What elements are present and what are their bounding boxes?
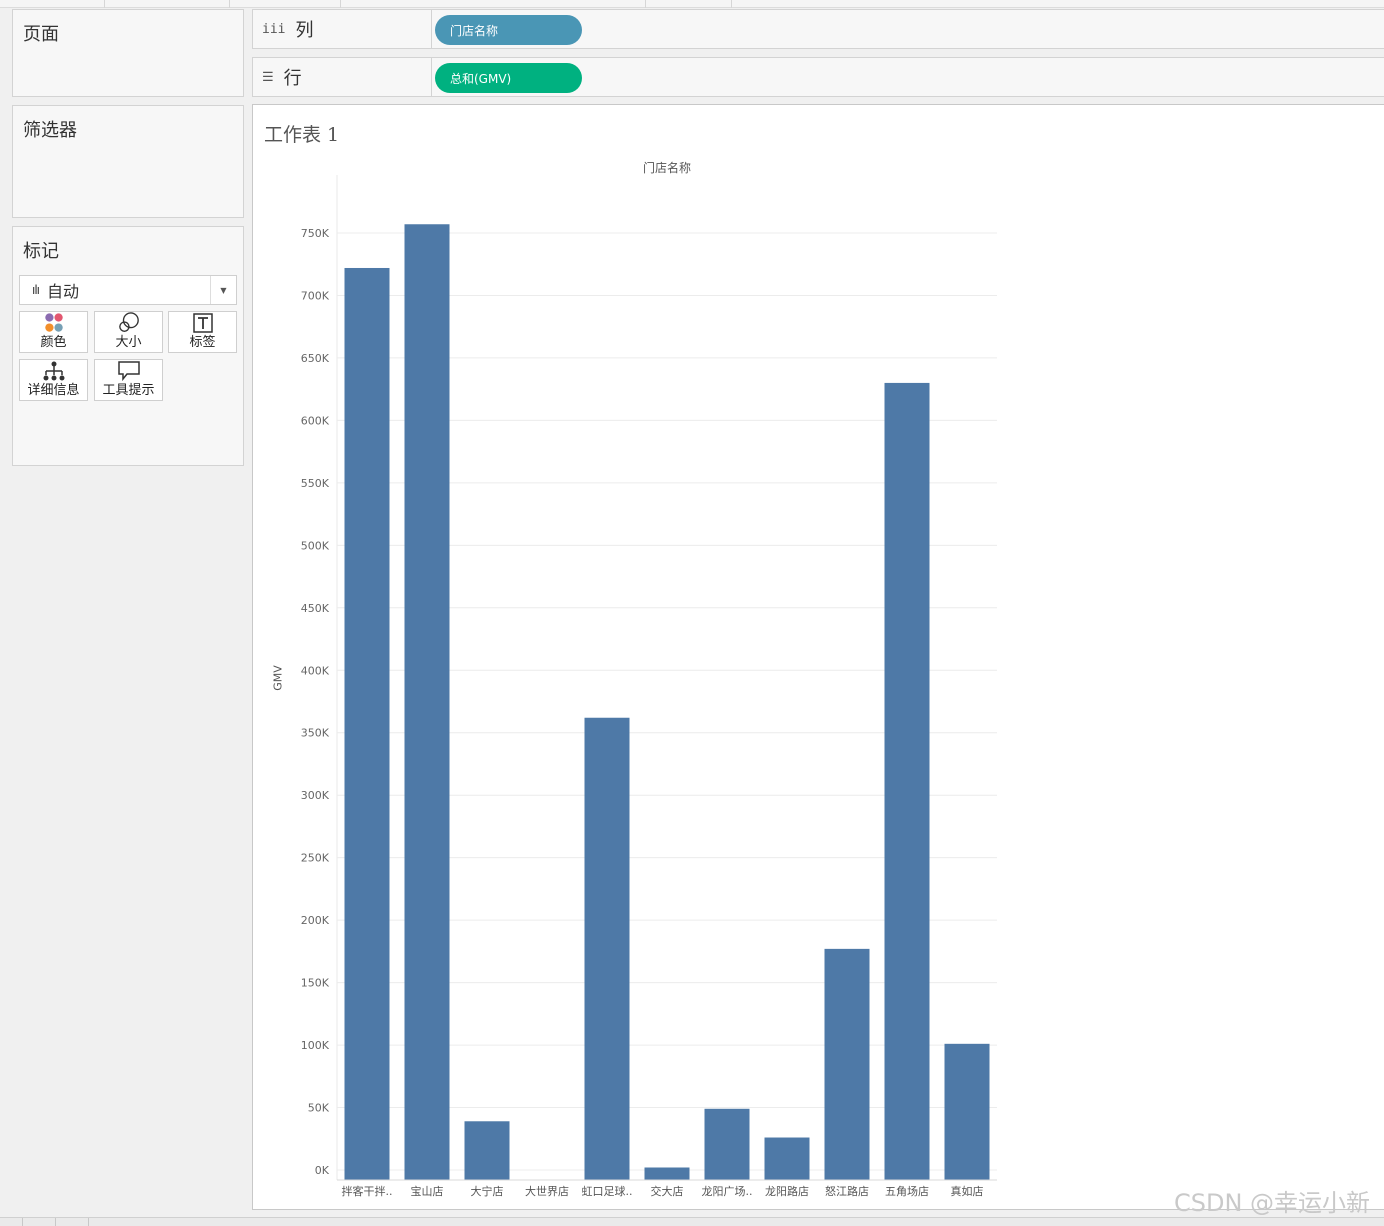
columns-shelf[interactable]: iii 列 门店名称 [252, 9, 1384, 49]
text-label-icon [192, 313, 213, 333]
x-tick-label[interactable]: 真如店 [951, 1184, 984, 1198]
bar[interactable] [584, 717, 630, 1180]
color-card-label: 颜色 [40, 335, 67, 350]
rows-shelf[interactable]: ☰ 行 总和(GMV) [252, 57, 1384, 97]
bar[interactable] [464, 1121, 510, 1180]
x-tick-label[interactable]: 龙阳路店 [765, 1184, 809, 1198]
mark-type-dropdown[interactable]: ılı 自动 ▼ [19, 275, 237, 305]
columns-shelf-label: iii 列 [253, 10, 432, 48]
size-card-label: 大小 [115, 335, 142, 350]
y-tick-label: 150K [301, 977, 330, 990]
tooltip-bubble-icon [117, 361, 140, 382]
y-tick-label: 350K [301, 727, 330, 740]
x-tick-label[interactable]: 宝山店 [411, 1184, 444, 1198]
y-tick-label: 700K [301, 289, 330, 302]
rows-shelf-text: 行 [283, 68, 302, 89]
y-tick-label: 550K [301, 477, 330, 490]
bar[interactable] [704, 1108, 750, 1180]
y-tick-label: 100K [301, 1039, 330, 1052]
detail-card[interactable]: 详细信息 [19, 359, 88, 401]
bar[interactable] [344, 267, 390, 1180]
color-dots-icon [44, 313, 63, 332]
bar-chart-icon: ılı [32, 283, 40, 297]
columns-shelf-text: 列 [295, 20, 314, 41]
size-circles-icon [118, 312, 139, 332]
y-tick-label: 750K [301, 227, 330, 240]
bar[interactable] [824, 948, 870, 1180]
y-tick-label: 200K [301, 914, 330, 927]
y-tick-label: 250K [301, 852, 330, 865]
x-tick-label[interactable]: 大宁店 [471, 1184, 504, 1198]
columns-icon: iii [262, 21, 286, 37]
tab-divider [340, 0, 341, 8]
bottom-tab-strip [0, 1217, 1384, 1226]
mark-type-value: 自动 [47, 282, 80, 301]
pages-panel-title: 页面 [23, 24, 59, 45]
bar[interactable] [944, 1043, 990, 1180]
tab-divider [104, 0, 105, 8]
worksheet-canvas[interactable]: 工作表 1 门店名称 GMV 0K 50K 100K 150K 200K 250K 300K… [252, 104, 1384, 1210]
bar[interactable] [884, 382, 930, 1180]
tab-divider [22, 1218, 23, 1226]
rows-icon: ☰ [262, 69, 274, 85]
marks-panel: 标记 ılı 自动 ▼ 颜色 大小 标签 详细信息 工具提示 [12, 226, 244, 466]
detail-hierarchy-icon [43, 361, 64, 381]
label-card-label: 标签 [189, 335, 216, 350]
chevron-down-icon[interactable]: ▼ [210, 276, 236, 304]
pages-panel[interactable]: 页面 [12, 9, 244, 97]
watermark-text: CSDN @幸运小新 [1174, 1189, 1371, 1217]
y-tick-label: 500K [301, 539, 330, 552]
tooltip-card-label: 工具提示 [102, 383, 155, 398]
measure-pill-sum-gmv[interactable]: 总和(GMV) [435, 63, 582, 93]
dimension-pill-store-name[interactable]: 门店名称 [435, 15, 582, 45]
tab-divider [88, 1218, 89, 1226]
detail-card-label: 详细信息 [27, 383, 80, 398]
tooltip-card[interactable]: 工具提示 [94, 359, 163, 401]
filters-panel[interactable]: 筛选器 [12, 105, 244, 218]
bar[interactable] [644, 1167, 690, 1180]
y-tick-label: 50K [308, 1102, 330, 1115]
x-tick-label[interactable]: 大世界店 [525, 1184, 569, 1198]
tab-divider [731, 0, 732, 8]
tab-divider [55, 1218, 56, 1226]
y-tick-label: 0K [315, 1164, 330, 1177]
size-card[interactable]: 大小 [94, 311, 163, 353]
x-tick-label[interactable]: 五角场店 [885, 1184, 929, 1198]
x-tick-label[interactable]: 拌客干拌.. [342, 1184, 393, 1198]
y-tick-label: 450K [301, 602, 330, 615]
color-card[interactable]: 颜色 [19, 311, 88, 353]
y-tick-label: 300K [301, 789, 330, 802]
y-tick-label: 600K [301, 414, 330, 427]
tab-divider [229, 0, 230, 8]
tab-divider [645, 0, 646, 8]
x-tick-label[interactable]: 虹口足球.. [582, 1184, 633, 1198]
x-tick-label[interactable]: 交大店 [651, 1184, 684, 1198]
bar-chart[interactable]: 0K 50K 100K 150K 200K 250K 300K 350K 400K 450K 500… [253, 105, 1384, 1209]
filters-panel-title: 筛选器 [23, 120, 77, 141]
bar[interactable] [764, 1137, 810, 1180]
bar[interactable] [404, 224, 450, 1181]
x-tick-label[interactable]: 怒江路店 [825, 1184, 869, 1198]
x-tick-label[interactable]: 龙阳广场.. [702, 1184, 753, 1198]
label-card[interactable]: 标签 [168, 311, 237, 353]
marks-panel-title: 标记 [23, 241, 59, 262]
y-tick-label: 650K [301, 352, 330, 365]
rows-shelf-label: ☰ 行 [253, 58, 432, 96]
y-tick-label: 400K [301, 664, 330, 677]
top-toolbar-strip [0, 0, 1384, 8]
